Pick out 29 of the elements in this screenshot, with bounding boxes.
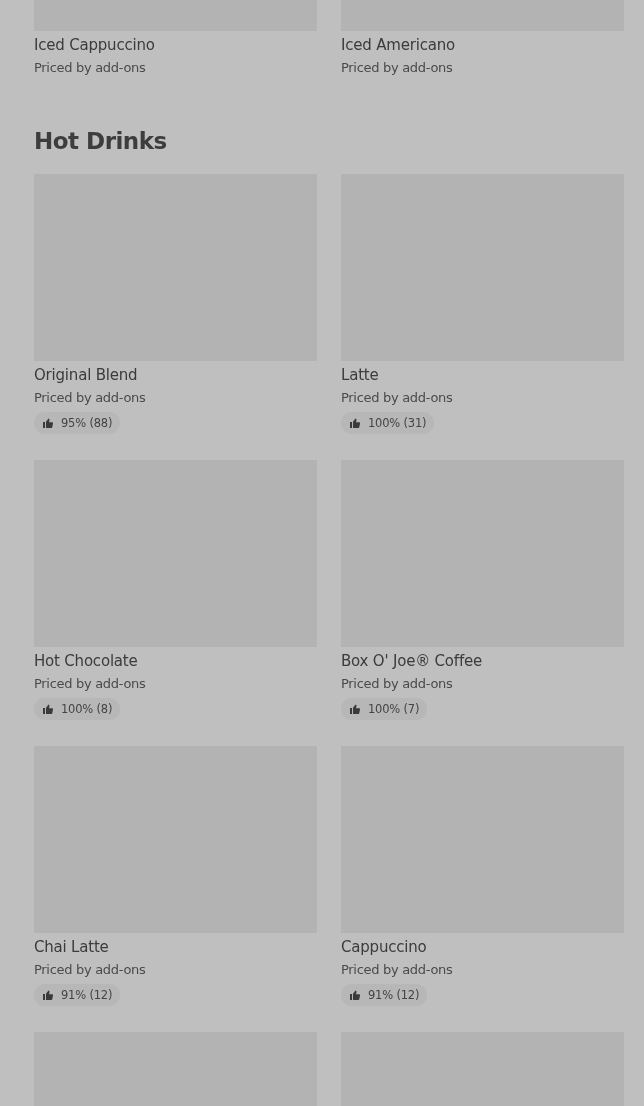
item-price: Priced by add-ons: [341, 675, 454, 693]
thumbs-up-icon: [42, 417, 54, 429]
rating-text: 95% (88): [61, 416, 113, 430]
rating-text: 100% (31): [368, 416, 427, 430]
item-name: Iced Cappuccino: [34, 35, 156, 55]
thumbs-up-icon: [349, 989, 361, 1001]
item-name: Hot Chocolate: [34, 651, 139, 671]
rating-text: 91% (12): [61, 988, 113, 1002]
item-price: Priced by add-ons: [341, 961, 454, 979]
item-name: Box O' Joe® Coffee: [341, 651, 484, 671]
item-price: Priced by add-ons: [34, 389, 147, 407]
thumbs-up-icon: [42, 703, 54, 715]
item-price: Priced by add-ons: [341, 59, 454, 77]
thumbs-up-icon: [349, 417, 361, 429]
item-price: Priced by add-ons: [34, 675, 147, 693]
item-name: Original Blend: [34, 365, 139, 385]
item-name: Cappuccino: [341, 937, 428, 957]
rating-text: 91% (12): [368, 988, 420, 1002]
thumbs-up-icon: [42, 989, 54, 1001]
thumbs-up-icon: [349, 703, 361, 715]
section-heading: Hot Drinks: [34, 127, 168, 156]
item-name: Iced Americano: [341, 35, 456, 55]
item-name: Chai Latte: [34, 937, 110, 957]
item-price: Priced by add-ons: [34, 961, 147, 979]
item-price: Priced by add-ons: [34, 59, 147, 77]
item-price: Priced by add-ons: [341, 389, 454, 407]
rating-text: 100% (8): [61, 702, 113, 716]
rating-text: 100% (7): [368, 702, 420, 716]
item-name: Latte: [341, 365, 380, 385]
